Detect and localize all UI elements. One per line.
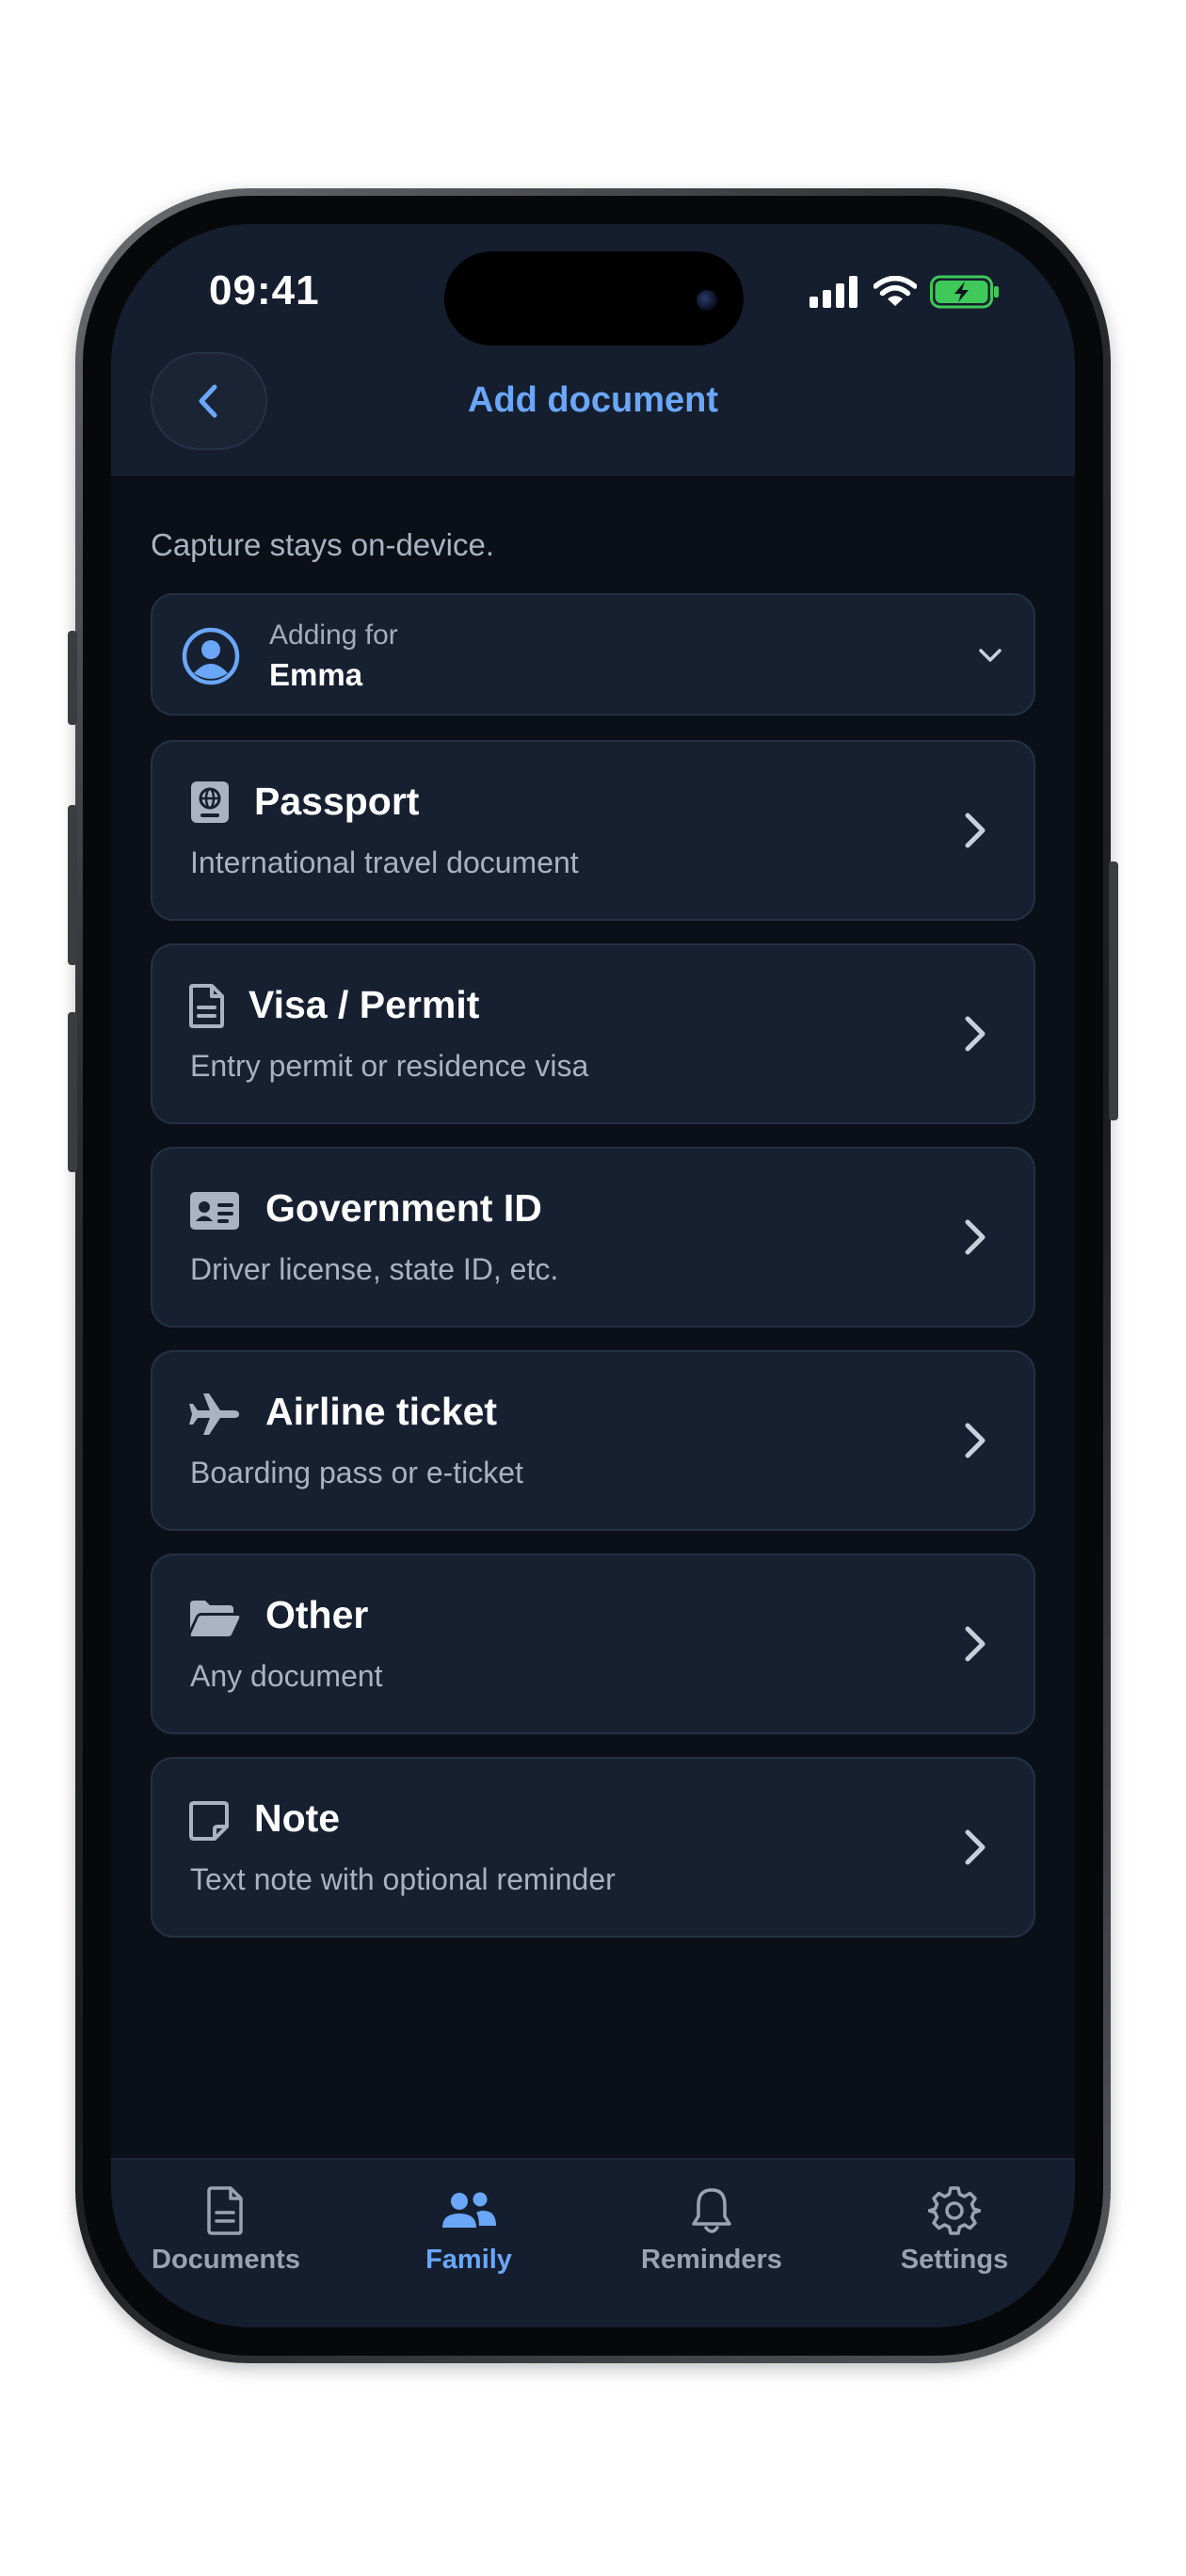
- volume-up-button: [68, 805, 77, 965]
- signal-icon: [809, 276, 860, 308]
- document-type-name: Passport: [254, 780, 420, 823]
- gear-icon: [928, 2186, 981, 2235]
- battery-charging-icon: [930, 275, 1000, 309]
- chevron-right-icon: [962, 1827, 988, 1868]
- id-card-icon: [188, 1190, 241, 1232]
- dynamic-island: [444, 251, 744, 346]
- document-type-name: Airline ticket: [265, 1390, 498, 1433]
- document-type-description: Boarding pass or e-ticket: [190, 1456, 523, 1489]
- tab-bar: Documents Family Reminders Settings: [111, 2158, 1075, 2327]
- tab-family[interactable]: Family: [375, 2184, 563, 2276]
- sticky-note-icon: [188, 1800, 230, 1842]
- family-icon: [442, 2192, 496, 2228]
- chevron-right-icon: [962, 1623, 988, 1665]
- document-type-description: Driver license, state ID, etc.: [190, 1252, 559, 1286]
- chevron-down-icon: [973, 638, 1007, 672]
- chevron-right-icon: [962, 1216, 988, 1258]
- document-type-description: International travel document: [190, 845, 579, 879]
- document-type-name: Government ID: [265, 1186, 542, 1230]
- passport-icon: [188, 780, 232, 825]
- tab-label: Settings: [900, 2245, 1009, 2275]
- document-type-name: Note: [254, 1796, 341, 1840]
- document-type-note[interactable]: Note Text note with optional reminder: [151, 1757, 1035, 1938]
- document-type-other[interactable]: Other Any document: [151, 1554, 1035, 1734]
- folder-open-icon: [188, 1599, 241, 1638]
- document-icon: [207, 2186, 243, 2235]
- privacy-note: Capture stays on-device.: [151, 527, 495, 562]
- phone-frame: 09:41 Add document Capture stays on-devi…: [68, 188, 1118, 2363]
- adding-for-label: Adding for: [269, 620, 398, 651]
- document-type-name: Visa / Permit: [248, 983, 480, 1026]
- chevron-right-icon: [962, 1420, 988, 1461]
- document-type-visa-permit[interactable]: Visa / Permit Entry permit or residence …: [151, 943, 1035, 1124]
- chevron-right-icon: [962, 1013, 988, 1055]
- document-type-airline-ticket[interactable]: Airline ticket Boarding pass or e-ticket: [151, 1350, 1035, 1531]
- document-type-description: Entry permit or residence visa: [190, 1049, 589, 1083]
- tab-settings[interactable]: Settings: [860, 2184, 1049, 2276]
- user-circle-icon: [181, 626, 241, 686]
- document-type-government-id[interactable]: Government ID Driver license, state ID, …: [151, 1147, 1035, 1328]
- wifi-icon: [873, 276, 917, 308]
- page-title: Add document: [468, 380, 718, 420]
- action-button: [68, 631, 77, 725]
- volume-down-button: [68, 1012, 77, 1172]
- plane-icon: [188, 1392, 241, 1437]
- tab-label: Family: [425, 2245, 512, 2275]
- document-type-passport[interactable]: Passport International travel document: [151, 740, 1035, 921]
- status-icons: [809, 273, 1000, 311]
- document-type-description: Text note with optional reminder: [190, 1862, 616, 1896]
- bell-icon: [692, 2188, 731, 2233]
- document-type-description: Any document: [190, 1659, 383, 1693]
- tab-label: Documents: [152, 2245, 300, 2275]
- document-type-name: Other: [265, 1593, 369, 1636]
- tab-label: Reminders: [641, 2245, 782, 2275]
- screen: 09:41 Add document Capture stays on-devi…: [111, 224, 1075, 2327]
- power-button: [1109, 861, 1118, 1120]
- status-time: 09:41: [209, 267, 320, 314]
- camera-icon: [697, 290, 717, 311]
- adding-for-name: Emma: [269, 657, 363, 692]
- adding-for-selector[interactable]: Adding for Emma: [151, 593, 1035, 716]
- tab-documents[interactable]: Documents: [132, 2184, 320, 2276]
- file-text-icon: [188, 983, 226, 1028]
- chevron-right-icon: [962, 810, 988, 851]
- tab-reminders[interactable]: Reminders: [617, 2184, 806, 2276]
